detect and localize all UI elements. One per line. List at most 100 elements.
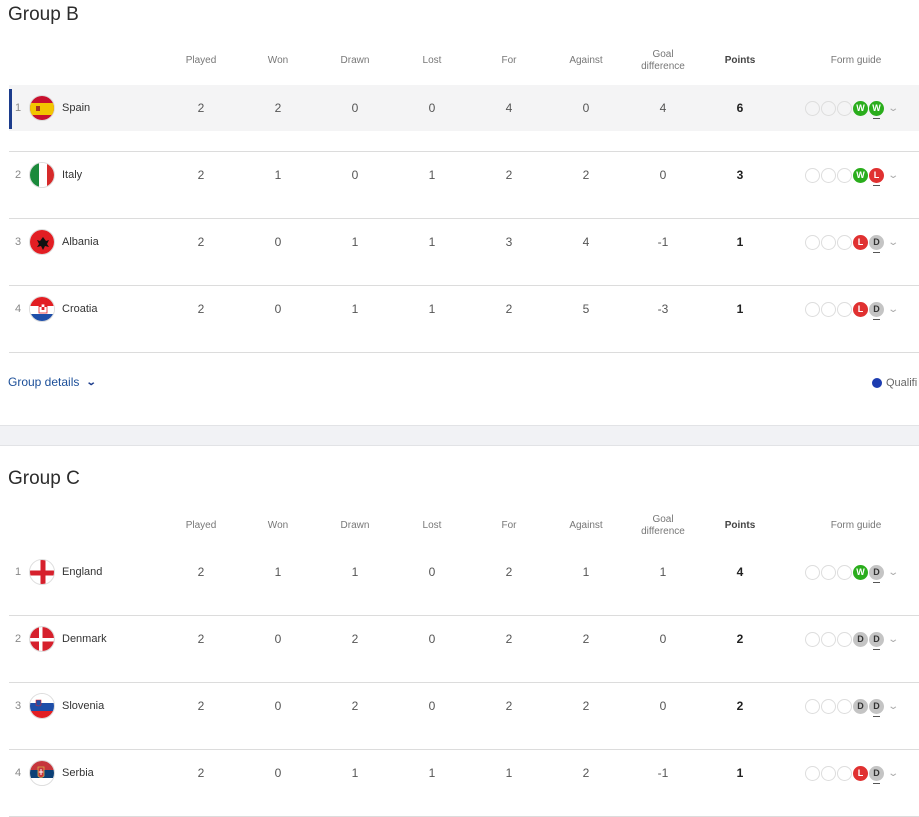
form-result-draw[interactable]: D [869,765,884,784]
column-header-gd[interactable]: Goal difference [641,46,685,76]
form-result-loss[interactable]: L [853,234,868,250]
column-header-form[interactable]: Form guide [831,511,882,541]
table-row[interactable]: 3 Albania 2 0 1 1 3 4 -1 1 L D ⌄ [9,219,919,286]
form-result-empty [837,631,852,647]
column-header-against[interactable]: Against [569,46,602,76]
form-guide: W L ⌄ [805,152,899,198]
column-header-played[interactable]: Played [186,511,217,541]
form-result-win[interactable]: W [869,100,884,119]
table-header: Played Won Drawn Lost For Against Goal differe… [0,511,919,541]
stat-played: 2 [197,302,205,316]
form-result-loss[interactable]: L [853,765,868,781]
team-name[interactable]: Albania [62,219,99,265]
table-row[interactable]: 4 Serbia 2 0 1 1 1 2 -1 1 L D ⌄ [9,750,919,817]
column-header-played[interactable]: Played [186,46,217,76]
team-name[interactable]: Denmark [62,616,107,662]
stat-gd: -1 [657,235,669,249]
column-header-drawn[interactable]: Drawn [341,46,370,76]
chevron-down-icon[interactable]: ⌄ [887,237,899,248]
stat-for: 2 [505,302,513,316]
form-result-win[interactable]: W [853,100,868,116]
stat-points: 4 [736,565,744,579]
chevron-down-icon[interactable]: ⌄ [887,103,899,114]
stat-against: 2 [582,168,590,182]
column-header-against[interactable]: Against [569,511,602,541]
form-guide: W D ⌄ [805,549,899,595]
form-result-draw[interactable]: D [853,698,868,714]
stat-points: 1 [736,302,744,316]
column-header-won[interactable]: Won [268,511,288,541]
chevron-down-icon[interactable]: ⌄ [887,634,899,645]
standings-table: 1 Spain 2 2 0 0 4 0 4 6 W W ⌄ 2 Italy 2 1 0 1 2 2 0 3 W L ⌄ 3 Alban… [0,85,919,353]
form-result-win[interactable]: W [853,564,868,580]
column-header-gd[interactable]: Goal difference [641,511,685,541]
chevron-down-icon[interactable]: ⌄ [887,768,899,779]
row-content: 4 Croatia 2 0 1 1 2 5 -3 1 L D ⌄ [9,286,919,332]
table-row[interactable]: 1 England 2 1 1 0 2 1 1 4 W D ⌄ [9,549,919,616]
team-name[interactable]: Serbia [62,750,94,796]
team-name[interactable]: Italy [62,152,82,198]
form-guide: L D ⌄ [805,286,899,332]
form-result-empty [805,564,820,580]
team-name[interactable]: Spain [62,85,90,131]
form-result-empty [805,234,820,250]
row-content: 2 Denmark 2 0 2 0 2 2 0 2 D D ⌄ [9,616,919,662]
form-result-loss[interactable]: L [869,167,884,186]
group-details-toggle[interactable]: Group details ⌄ [8,375,97,389]
column-header-for[interactable]: For [502,511,517,541]
table-row[interactable]: 1 Spain 2 2 0 0 4 0 4 6 W W ⌄ [9,85,919,152]
form-result-draw[interactable]: D [869,234,884,253]
team-name[interactable]: England [62,549,102,595]
table-row[interactable]: 2 Denmark 2 0 2 0 2 2 0 2 D D ⌄ [9,616,919,683]
stat-drawn: 1 [351,766,359,780]
form-result-loss[interactable]: L [853,301,868,317]
column-header-drawn[interactable]: Drawn [341,511,370,541]
form-result-draw[interactable]: D [869,631,884,650]
chevron-down-icon[interactable]: ⌄ [887,170,899,181]
team-name[interactable]: Slovenia [62,683,104,729]
form-guide: D D ⌄ [805,616,899,662]
form-result-empty [821,765,836,781]
form-result-draw[interactable]: D [869,698,884,717]
group-title: Group B [8,4,79,25]
table-row[interactable]: 3 Slovenia 2 0 2 0 2 2 0 2 D D ⌄ [9,683,919,750]
stat-gd: 4 [659,101,667,115]
stat-for: 2 [505,632,513,646]
form-guide: L D ⌄ [805,219,899,265]
stat-drawn: 0 [351,101,359,115]
table-row[interactable]: 4 Croatia 2 0 1 1 2 5 -3 1 L D ⌄ [9,286,919,353]
column-header-lost[interactable]: Lost [423,511,442,541]
column-header-for[interactable]: For [502,46,517,76]
chevron-down-icon[interactable]: ⌄ [887,567,899,578]
table-row[interactable]: 2 Italy 2 1 0 1 2 2 0 3 W L ⌄ [9,152,919,219]
column-header-points[interactable]: Points [725,46,756,76]
form-result-win[interactable]: W [853,167,868,183]
stat-played: 2 [197,168,205,182]
form-result-empty [821,698,836,714]
stat-for: 1 [505,766,513,780]
form-result-draw[interactable]: D [869,564,884,583]
chevron-down-icon[interactable]: ⌄ [887,701,899,712]
form-result-draw[interactable]: D [869,301,884,320]
chevron-down-icon[interactable]: ⌄ [887,304,899,315]
column-header-lost[interactable]: Lost [423,46,442,76]
form-result-empty [837,698,852,714]
form-result-empty [837,100,852,116]
form-result-empty [837,301,852,317]
form-result-empty [821,301,836,317]
column-header-points[interactable]: Points [725,511,756,541]
stat-points: 1 [736,235,744,249]
form-result-draw[interactable]: D [853,631,868,647]
stat-for: 2 [505,565,513,579]
croatia-flag-icon [29,296,55,322]
qualification-legend: Qualifi [872,377,917,389]
column-header-won[interactable]: Won [268,46,288,76]
column-header-form[interactable]: Form guide [831,46,882,76]
team-name[interactable]: Croatia [62,286,97,332]
stat-played: 2 [197,766,205,780]
stat-against: 2 [582,632,590,646]
form-result-empty [837,167,852,183]
stat-against: 0 [582,101,590,115]
row-content: 4 Serbia 2 0 1 1 1 2 -1 1 L D ⌄ [9,750,919,796]
row-content: 1 Spain 2 2 0 0 4 0 4 6 W W ⌄ [9,85,919,131]
